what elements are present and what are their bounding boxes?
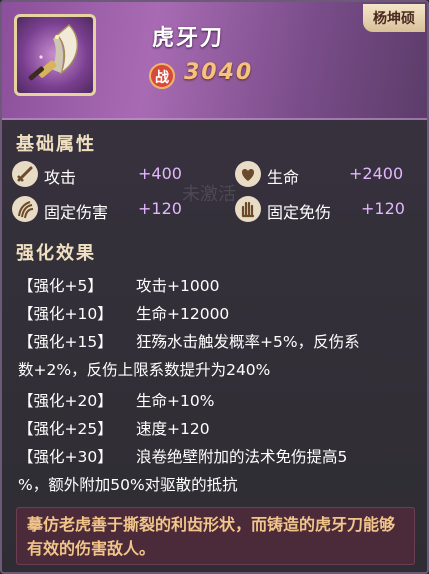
effect-tag: 【强化+5】 xyxy=(18,277,103,295)
effect-line-continued: %，额外附加50%对驱散的抵抗 xyxy=(18,476,238,494)
description-text: 摹仿老虎善于撕裂的利齿形状，而铸造的虎牙刀能够有效的伤害敌人。 xyxy=(27,515,396,558)
effect-line-continued: 数+2%，反伤上限系数提升为240% xyxy=(18,361,271,379)
hand-icon xyxy=(235,196,261,222)
attr-health-value: +2400 xyxy=(349,164,404,183)
effect-text: 浪卷绝壁附加的法术免伤提高5 xyxy=(136,448,348,466)
attr-attack-label: 攻击 xyxy=(44,168,77,187)
attr-fixed-reduction-label: 固定免伤 xyxy=(267,203,332,222)
attr-fixed-reduction-value: +120 xyxy=(361,199,405,218)
attr-attack-value: +400 xyxy=(138,164,182,183)
equipment-tooltip: 未激活 虎牙刀 杨坤硕 战 3040 基础属性 攻击 +400 生命 +2400 xyxy=(0,0,429,574)
description-box: 摹仿老虎善于撕裂的利齿形状，而铸造的虎牙刀能够有效的伤害敌人。 xyxy=(16,507,415,565)
effect-tag: 【强化+10】 xyxy=(18,305,113,323)
claw-icon xyxy=(12,196,38,222)
effect-tag: 【强化+30】 xyxy=(18,448,113,466)
effect-tag: 【强化+20】 xyxy=(18,392,113,410)
effect-tag: 【强化+25】 xyxy=(18,420,113,438)
effect-tag: 【强化+15】 xyxy=(18,333,113,351)
effect-line: 【强化+15】 狂殇水击触发概率+5%，反伤系 xyxy=(18,330,360,352)
owner-name: 杨坤硕 xyxy=(363,4,425,32)
effect-text: 生命+12000 xyxy=(136,305,230,323)
effect-text: 狂殇水击触发概率+5%，反伤系 xyxy=(136,333,360,351)
heart-icon xyxy=(235,161,261,187)
enhance-effects-title: 强化效果 xyxy=(16,243,96,264)
item-name: 虎牙刀 xyxy=(152,26,225,51)
item-header: 虎牙刀 杨坤硕 战 3040 xyxy=(2,2,427,120)
effect-line: 【强化+10】 生命+12000 xyxy=(18,302,229,324)
item-icon-frame xyxy=(14,14,96,96)
sword-icon xyxy=(12,161,38,187)
effect-text: 速度+120 xyxy=(136,420,210,438)
background-ghost-label: 未激活 xyxy=(182,184,236,205)
effect-line: 【强化+20】 生命+10% xyxy=(18,389,214,411)
effect-text: 生命+10% xyxy=(136,392,215,410)
blade-icon xyxy=(28,23,79,81)
effect-line: 【强化+30】 浪卷绝壁附加的法术免伤提高5 xyxy=(18,445,347,467)
effect-text: 攻击+1000 xyxy=(136,277,220,295)
effect-line: 【强化+5】 攻击+1000 xyxy=(18,274,219,296)
attr-fixed-damage-label: 固定伤害 xyxy=(44,203,109,222)
base-attributes-title: 基础属性 xyxy=(16,134,96,155)
power-value: 3040 xyxy=(184,60,254,85)
attr-health-label: 生命 xyxy=(267,168,300,187)
power-badge: 战 xyxy=(149,63,175,89)
effect-line: 【强化+25】 速度+120 xyxy=(18,417,210,439)
attr-fixed-damage-value: +120 xyxy=(138,199,182,218)
